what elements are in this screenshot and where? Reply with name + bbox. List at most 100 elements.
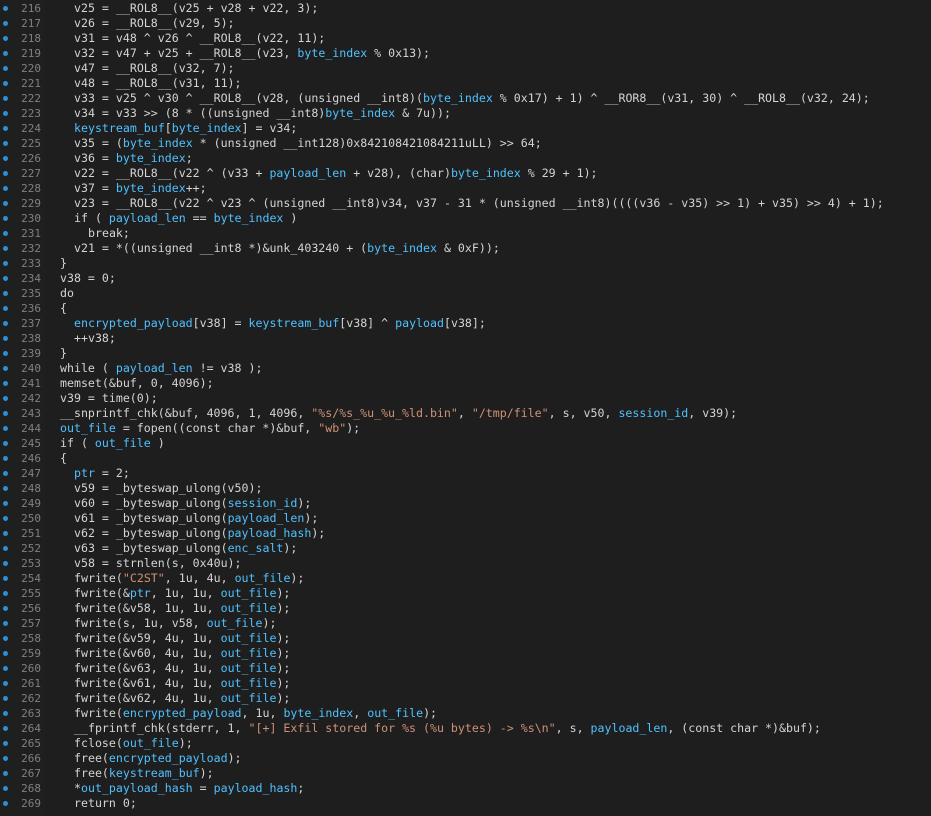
variable-token[interactable]: out_file [221, 646, 277, 660]
dot-icon[interactable] [3, 456, 8, 461]
code-line[interactable]: 242 v39 = time(0); [0, 391, 931, 406]
variable-token[interactable]: encrypted_payload [123, 706, 242, 720]
dot-icon[interactable] [3, 186, 8, 191]
dot-icon[interactable] [3, 501, 8, 506]
variable-token[interactable]: byte_index [116, 181, 186, 195]
code-line[interactable]: 235 do [0, 286, 931, 301]
dot-icon[interactable] [3, 381, 8, 386]
dot-icon[interactable] [3, 231, 8, 236]
code-line[interactable]: 243 __snprintf_chk(&buf, 4096, 1, 4096, "… [0, 406, 931, 421]
code-line[interactable]: 259 fwrite(&v60, 4u, 1u, out_file); [0, 646, 931, 661]
dot-icon[interactable] [3, 66, 8, 71]
variable-token[interactable]: out_file [221, 661, 277, 675]
variable-token[interactable]: byte_index [367, 241, 437, 255]
code-line[interactable]: 237 encrypted_payload[v38] = keystream_bu… [0, 316, 931, 331]
code-line[interactable]: 231 break; [0, 226, 931, 241]
variable-token[interactable]: byte_index [297, 46, 367, 60]
code-line[interactable]: 236 { [0, 301, 931, 316]
code-line[interactable]: 241 memset(&buf, 0, 4096); [0, 376, 931, 391]
variable-token[interactable]: keystream_buf [109, 766, 200, 780]
dot-icon[interactable] [3, 171, 8, 176]
code-line[interactable]: 263 fwrite(encrypted_payload, 1u, byte_in… [0, 706, 931, 721]
dot-icon[interactable] [3, 516, 8, 521]
dot-icon[interactable] [3, 756, 8, 761]
dot-icon[interactable] [3, 351, 8, 356]
variable-token[interactable]: out_file [123, 736, 179, 750]
dot-icon[interactable] [3, 216, 8, 221]
variable-token[interactable]: out_file [221, 676, 277, 690]
dot-icon[interactable] [3, 336, 8, 341]
variable-token[interactable]: out_file [221, 691, 277, 705]
dot-icon[interactable] [3, 366, 8, 371]
variable-token[interactable]: out_file [207, 616, 263, 630]
dot-icon[interactable] [3, 621, 8, 626]
dot-icon[interactable] [3, 51, 8, 56]
dot-icon[interactable] [3, 651, 8, 656]
variable-token[interactable]: out_file [221, 631, 277, 645]
variable-token[interactable]: keystream_buf [249, 316, 340, 330]
code-line[interactable]: 249 v60 = _byteswap_ulong(session_id); [0, 496, 931, 511]
dot-icon[interactable] [3, 486, 8, 491]
code-line[interactable]: 254 fwrite("C2ST", 1u, 4u, out_file); [0, 571, 931, 586]
variable-token[interactable]: payload_len [228, 511, 305, 525]
dot-icon[interactable] [3, 561, 8, 566]
dot-icon[interactable] [3, 156, 8, 161]
variable-token[interactable]: out_file [95, 436, 151, 450]
code-line[interactable]: 229 v23 = __ROL8__(v22 ^ v23 ^ (unsigned … [0, 196, 931, 211]
variable-token[interactable]: payload_len [269, 166, 346, 180]
variable-token[interactable]: ptr [74, 466, 95, 480]
variable-token[interactable]: byte_index [423, 91, 493, 105]
pseudocode-editor[interactable]: 216 v25 = __ROL8__(v25 + v28 + v22, 3); 21… [0, 0, 931, 816]
code-line[interactable]: 266 free(encrypted_payload); [0, 751, 931, 766]
dot-icon[interactable] [3, 201, 8, 206]
dot-icon[interactable] [3, 126, 8, 131]
dot-icon[interactable] [3, 96, 8, 101]
code-line[interactable]: 252 v63 = _byteswap_ulong(enc_salt); [0, 541, 931, 556]
code-line[interactable]: 216 v25 = __ROL8__(v25 + v28 + v22, 3); [0, 1, 931, 16]
code-line[interactable]: 232 v21 = *((unsigned __int8 *)&unk_40324… [0, 241, 931, 256]
dot-icon[interactable] [3, 711, 8, 716]
variable-token[interactable]: byte_index [451, 166, 521, 180]
variable-token[interactable]: out_file [235, 571, 291, 585]
code-view[interactable]: 216 v25 = __ROL8__(v25 + v28 + v22, 3); 21… [0, 1, 931, 811]
variable-token[interactable]: byte_index [325, 106, 395, 120]
code-line[interactable]: 253 v58 = strnlen(s, 0x40u); [0, 556, 931, 571]
variable-token[interactable]: out_file [221, 601, 277, 615]
code-line[interactable]: 233} [0, 256, 931, 271]
variable-token[interactable]: out_file [367, 706, 423, 720]
dot-icon[interactable] [3, 726, 8, 731]
dot-icon[interactable] [3, 471, 8, 476]
code-line[interactable]: 269 return 0; [0, 796, 931, 811]
code-line[interactable]: 246 { [0, 451, 931, 466]
dot-icon[interactable] [3, 291, 8, 296]
code-line[interactable]: 258 fwrite(&v59, 4u, 1u, out_file); [0, 631, 931, 646]
code-line[interactable]: 219 v32 = v47 + v25 + __ROL8__(v23, byte_… [0, 46, 931, 61]
variable-token[interactable]: encrypted_payload [109, 751, 228, 765]
dot-icon[interactable] [3, 36, 8, 41]
variable-token[interactable]: payload_hash [214, 781, 298, 795]
dot-icon[interactable] [3, 531, 8, 536]
dot-icon[interactable] [3, 576, 8, 581]
dot-icon[interactable] [3, 261, 8, 266]
code-line[interactable]: 261 fwrite(&v61, 4u, 1u, out_file); [0, 676, 931, 691]
code-line[interactable]: 226 v36 = byte_index; [0, 151, 931, 166]
dot-icon[interactable] [3, 306, 8, 311]
variable-token[interactable]: out_payload_hash [81, 781, 193, 795]
variable-token[interactable]: keystream_buf [74, 121, 165, 135]
code-line[interactable]: 225 v35 = (byte_index * (unsigned __int12… [0, 136, 931, 151]
dot-icon[interactable] [3, 396, 8, 401]
variable-token[interactable]: byte_index [283, 706, 353, 720]
code-line[interactable]: 238 ++v38; [0, 331, 931, 346]
dot-icon[interactable] [3, 321, 8, 326]
code-line[interactable]: 244 out_file = fopen((const char *)&buf, … [0, 421, 931, 436]
code-line[interactable]: 223 v34 = v33 >> (8 * ((unsigned __int8)b… [0, 106, 931, 121]
variable-token[interactable]: payload_len [109, 211, 186, 225]
code-line[interactable]: 224 keystream_buf[byte_index] = v34; [0, 121, 931, 136]
dot-icon[interactable] [3, 801, 8, 806]
code-line[interactable]: 230 if ( payload_len == byte_index ) [0, 211, 931, 226]
code-line[interactable]: 264 __fprintf_chk(stderr, 1, "[+] Exfil s… [0, 721, 931, 736]
variable-token[interactable]: session_id [618, 406, 688, 420]
variable-token[interactable]: enc_salt [228, 541, 284, 555]
code-line[interactable]: 245 if ( out_file ) [0, 436, 931, 451]
variable-token[interactable]: payload [395, 316, 444, 330]
